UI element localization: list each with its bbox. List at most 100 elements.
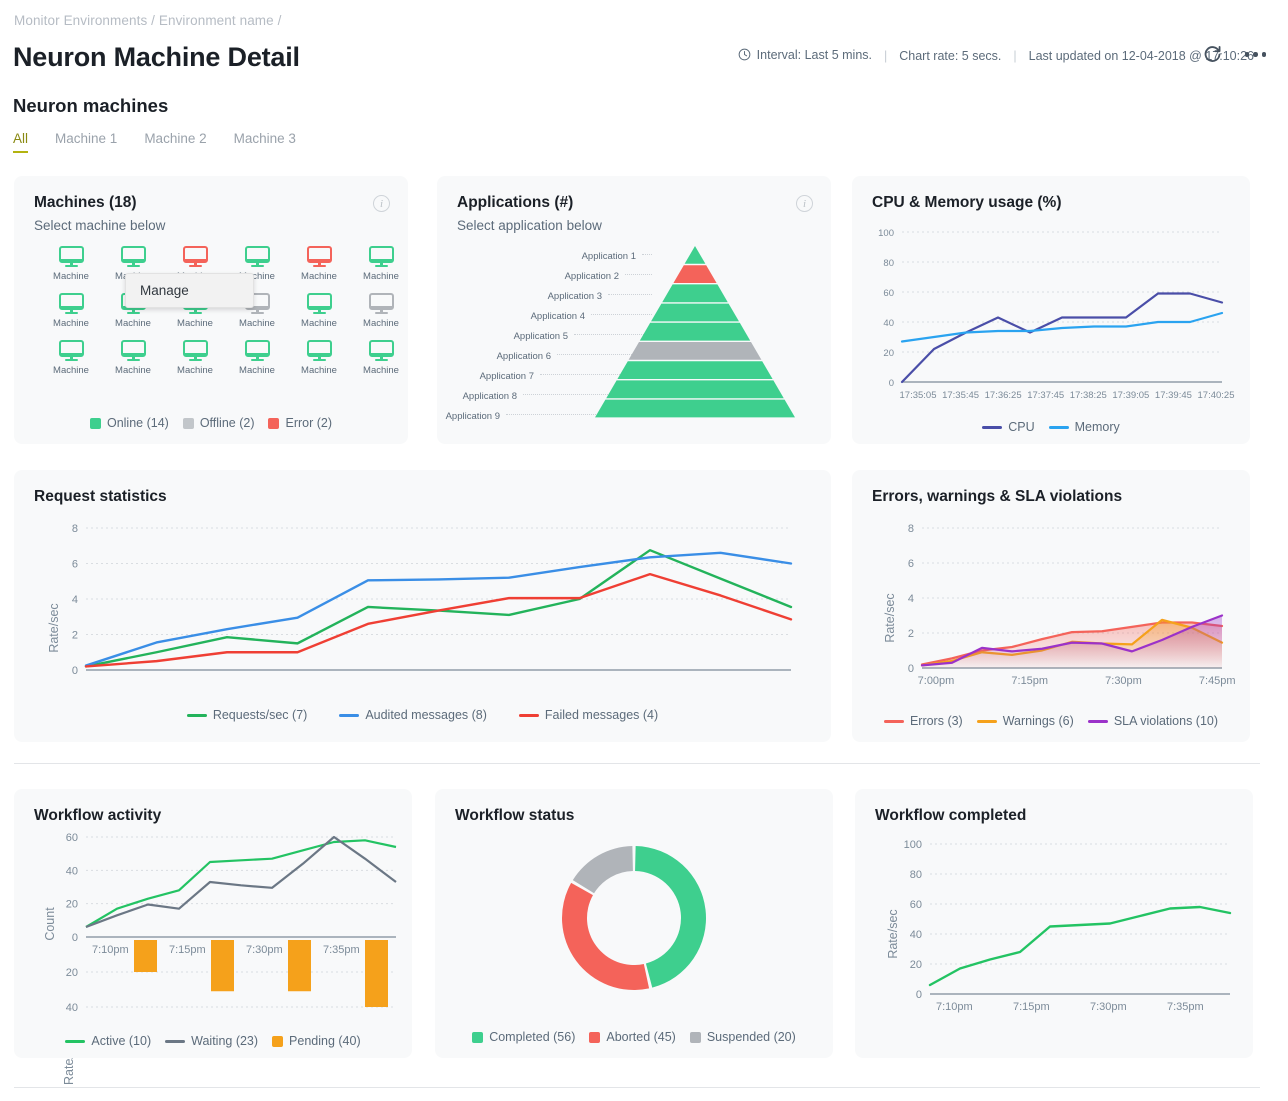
workflow-status-card: Workflow status Completed (56) Aborted (… <box>435 789 833 1058</box>
workflow-activity-chart: 60 40 20 0 20 40 7:10pm 7:15pm 7:30pm 7:35pm Count <box>43 832 397 1014</box>
monitor-icon <box>368 246 394 268</box>
workflow-activity-card: Workflow activity 60 40 20 0 20 40 7:10pm 7:15p… <box>14 789 412 1058</box>
bar[interactable] <box>365 940 388 1007</box>
legend-swatch-completed <box>472 1031 484 1043</box>
funnel-label: Application 9 <box>445 410 500 422</box>
y-axis-label: Rate/sec <box>883 593 897 642</box>
x-axis-tick: 17:37:45 <box>1027 390 1064 401</box>
legend-label-completed: Completed (56) <box>489 1030 576 1044</box>
x-axis-tick: 17:35:05 <box>900 390 937 401</box>
legend-line-audited <box>339 713 360 717</box>
funnel-segment[interactable] <box>639 322 751 341</box>
cpu-memory-legend: CPU Memory <box>852 420 1250 434</box>
y-axis-label: Rate/sec <box>47 603 61 652</box>
monitor-icon <box>306 246 332 268</box>
funnel-segment[interactable] <box>662 284 728 303</box>
funnel-segment[interactable] <box>651 303 739 322</box>
machine-item[interactable]: Machine <box>40 293 102 340</box>
machine-label: Machine <box>177 365 213 376</box>
legend-item-audited[interactable]: Audited messages (8) <box>339 708 487 722</box>
machine-label: Machine <box>239 365 275 376</box>
machines-card: Machines (18) Select machine below i Mac… <box>14 176 408 444</box>
legend-item-sla[interactable]: SLA violations (10) <box>1087 714 1218 728</box>
workflow-status-title: Workflow status <box>455 807 575 824</box>
machine-item[interactable]: Machine <box>226 340 288 387</box>
machine-item[interactable]: Machine <box>40 246 102 293</box>
machine-item[interactable]: Machine <box>40 340 102 387</box>
machine-item[interactable]: Machine <box>164 340 226 387</box>
legend-item-memory[interactable]: Memory <box>1048 420 1120 434</box>
funnel-segment[interactable] <box>684 246 706 264</box>
refresh-icon[interactable] <box>1202 44 1223 65</box>
legend-item-warnings[interactable]: Warnings (6) <box>976 714 1074 728</box>
x-axis-tick: 17:39:45 <box>1155 390 1192 401</box>
legend-label-pending: Pending (40) <box>289 1034 361 1048</box>
request-statistics-card: Request statistics Rate/sec 0 2 4 6 8 Rate/se… <box>14 470 831 1085</box>
legend-item-offline[interactable]: Offline (2) <box>182 416 254 430</box>
machine-item[interactable]: Machine <box>102 340 164 387</box>
machine-item[interactable]: Machine <box>350 246 412 293</box>
legend-item-errors[interactable]: Errors (3) <box>883 714 963 728</box>
legend-item-pending[interactable]: Pending (40) <box>272 1034 361 1048</box>
machine-label: Machine <box>301 271 337 282</box>
machine-item[interactable]: Machine <box>288 246 350 293</box>
legend-item-suspended[interactable]: Suspended (20) <box>689 1030 796 1044</box>
context-menu-item-manage[interactable]: Manage <box>126 283 189 298</box>
context-menu[interactable]: Manage <box>125 273 254 308</box>
section-divider-middle <box>14 763 1260 764</box>
machine-item[interactable]: Machine <box>288 293 350 340</box>
funnel-segment[interactable] <box>628 342 762 360</box>
monitor-icon <box>58 340 84 362</box>
x-axis-tick: 7:10pm <box>92 944 129 956</box>
y-axis-tick: 40 <box>910 929 922 941</box>
page-title: Neuron Machine Detail <box>13 42 300 72</box>
donut-slice[interactable] <box>635 846 707 988</box>
funnel-segment[interactable] <box>606 380 784 399</box>
donut-slice[interactable] <box>562 882 650 990</box>
y-axis-tick: 8 <box>908 523 914 535</box>
info-icon[interactable]: i <box>796 195 813 212</box>
funnel-segment[interactable] <box>673 265 717 283</box>
legend-item-failed[interactable]: Failed messages (4) <box>518 708 658 722</box>
x-axis-tick: 17:35:45 <box>942 390 979 401</box>
legend-line-requests-sec <box>186 713 207 717</box>
funnel-label: Application 8 <box>462 390 517 402</box>
tab-machine-2[interactable]: Machine 2 <box>144 131 206 153</box>
machine-item[interactable]: Machine <box>288 340 350 387</box>
x-axis-tick: 17:38:25 <box>1070 390 1107 401</box>
legend-item-completed[interactable]: Completed (56) <box>472 1030 575 1044</box>
y-axis-tick: 20 <box>66 967 78 979</box>
legend-label-errors: Errors (3) <box>909 714 963 728</box>
info-icon[interactable]: i <box>373 195 390 212</box>
section-title: Neuron machines <box>13 95 169 116</box>
y-axis-tick: 100 <box>904 839 922 851</box>
bar[interactable] <box>211 940 234 992</box>
x-axis-tick: 7:00pm <box>918 675 955 687</box>
funnel-segment[interactable] <box>617 361 773 379</box>
breadcrumb[interactable]: Monitor Environments / Environment name … <box>14 13 281 28</box>
tab-machine-3[interactable]: Machine 3 <box>234 131 296 153</box>
funnel-segment[interactable] <box>595 399 795 418</box>
machine-item[interactable]: Machine <box>350 340 412 387</box>
legend-label-suspended: Suspended (20) <box>706 1030 796 1044</box>
request-statistics-title: Request statistics <box>34 488 167 505</box>
tab-machine-1[interactable]: Machine 1 <box>55 131 117 153</box>
legend-item-aborted[interactable]: Aborted (45) <box>589 1030 676 1044</box>
monitor-icon <box>120 246 146 268</box>
bar[interactable] <box>134 940 157 972</box>
machine-item[interactable]: Machine <box>350 293 412 340</box>
legend-item-active[interactable]: Active (10) <box>65 1034 151 1048</box>
y-axis-tick: 4 <box>908 593 914 605</box>
legend-item-cpu[interactable]: CPU <box>982 420 1035 434</box>
donut-slice[interactable] <box>572 846 633 894</box>
legend-label-warnings: Warnings (6) <box>1002 714 1074 728</box>
legend-item-error[interactable]: Error (2) <box>268 416 332 430</box>
tab-all[interactable]: All <box>13 131 29 153</box>
more-options-icon[interactable] <box>1244 52 1266 57</box>
legend-item-waiting[interactable]: Waiting (23) <box>165 1034 258 1048</box>
legend-line-active <box>65 1039 86 1043</box>
bar[interactable] <box>288 940 311 992</box>
legend-item-online[interactable]: Online (14) <box>89 416 169 430</box>
legend-item-requests-sec[interactable]: Requests/sec (7) <box>186 708 307 722</box>
legend-label-audited: Audited messages (8) <box>365 708 487 722</box>
